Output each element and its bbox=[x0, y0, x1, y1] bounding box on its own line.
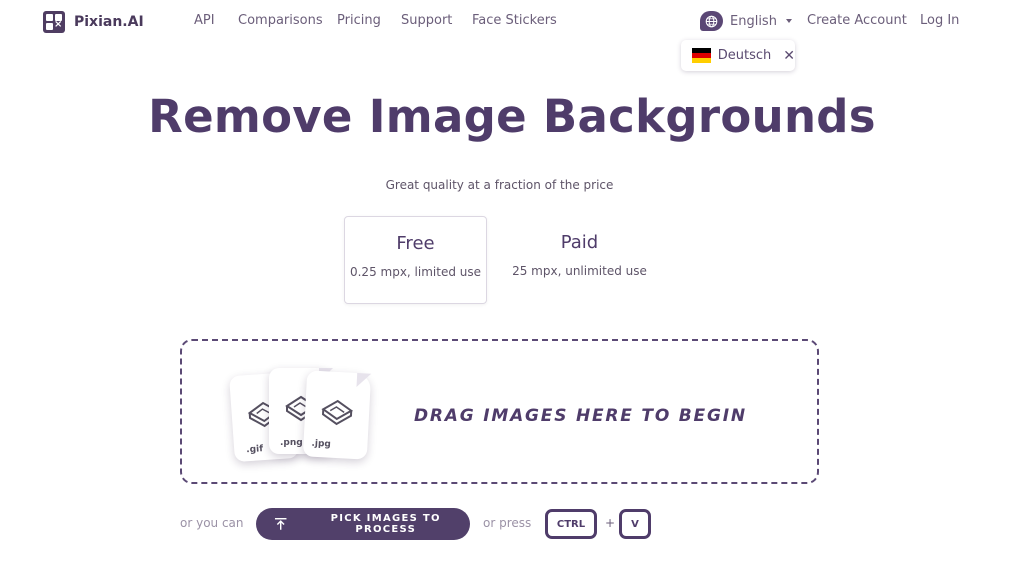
globe-icon bbox=[700, 11, 723, 31]
chevron-down-icon bbox=[785, 19, 792, 23]
pick-images-label: PICK IMAGES TO PROCESS bbox=[330, 513, 441, 535]
file-extension: .gif bbox=[245, 444, 264, 456]
german-flag-icon bbox=[692, 47, 711, 64]
language-selector[interactable]: English bbox=[700, 11, 792, 31]
logo-icon: × bbox=[43, 11, 65, 33]
plan-name: Paid bbox=[560, 232, 599, 253]
close-icon[interactable]: ✕ bbox=[783, 48, 795, 64]
image-dropzone[interactable]: .gif .png .jpg DRAG IMAGES HERE TO BEGIN bbox=[180, 339, 819, 484]
upload-icon bbox=[274, 518, 287, 530]
file-extension: .png bbox=[280, 438, 303, 448]
page-subtitle: Great quality at a fraction of the price bbox=[385, 178, 614, 192]
nav-item-comparisons[interactable]: Comparisons bbox=[238, 13, 323, 28]
login-link[interactable]: Log In bbox=[920, 13, 959, 28]
plan-name: Free bbox=[396, 233, 435, 254]
suggested-language[interactable]: Deutsch bbox=[718, 48, 772, 63]
create-account-link[interactable]: Create Account bbox=[807, 13, 907, 28]
file-extension: .jpg bbox=[311, 438, 332, 450]
dropzone-label: DRAG IMAGES HERE TO BEGIN bbox=[414, 406, 747, 426]
logo[interactable]: × Pixian.AI bbox=[43, 11, 144, 33]
nav-item-face-stickers[interactable]: Face Stickers bbox=[472, 13, 557, 28]
plan-description: 0.25 mpx, limited use bbox=[349, 265, 482, 279]
plan-paid-option[interactable]: Paid 25 mpx, unlimited use bbox=[508, 216, 651, 304]
file-jpg-icon: .jpg bbox=[302, 370, 372, 460]
nav-item-pricing[interactable]: Pricing bbox=[337, 13, 381, 28]
page-title: Remove Image Backgrounds bbox=[148, 90, 876, 143]
v-key: V bbox=[619, 509, 651, 539]
or-press-text: or press bbox=[483, 516, 532, 530]
plan-free-option[interactable]: Free 0.25 mpx, limited use bbox=[344, 216, 487, 304]
current-language: English bbox=[730, 13, 777, 29]
ctrl-key: CTRL bbox=[545, 509, 597, 539]
plus-sign: + bbox=[605, 516, 616, 530]
or-you-can-text: or you can bbox=[180, 516, 244, 530]
brand-name: Pixian.AI bbox=[74, 14, 144, 30]
language-suggestion-popup[interactable]: Deutsch ✕ bbox=[681, 40, 795, 71]
pick-images-button[interactable]: PICK IMAGES TO PROCESS bbox=[256, 508, 470, 540]
nav-item-api[interactable]: API bbox=[194, 13, 215, 28]
nav-item-support[interactable]: Support bbox=[401, 13, 452, 28]
plan-description: 25 mpx, unlimited use bbox=[512, 264, 647, 278]
